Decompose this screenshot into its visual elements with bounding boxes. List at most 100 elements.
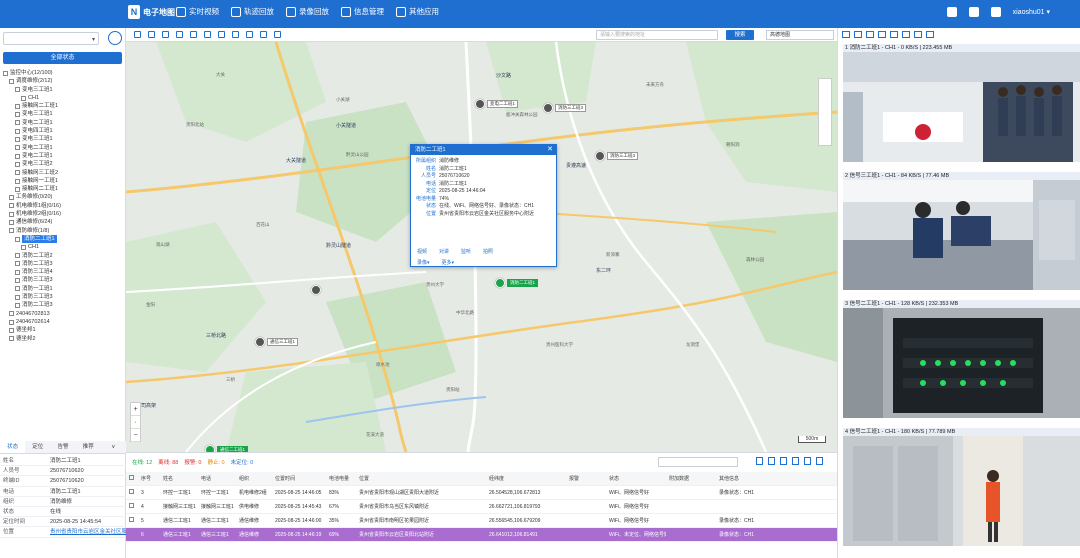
table-row[interactable]: 5 通信二工班1 通信二工班1 通信维修 2025-08-25 14:46:00 35% 贵… — [126, 514, 837, 528]
checkbox[interactable] — [9, 319, 14, 325]
row-checkbox[interactable] — [126, 500, 138, 513]
camera-view-1[interactable]: 1 消防二工班1 - CH1 - 0 KB/S | 223.455 MB — [843, 44, 1080, 162]
search-button[interactable]: 搜索 — [726, 30, 754, 40]
detail-tab[interactable]: 定位 — [25, 441, 50, 453]
tree-node[interactable]: 变电三工班2 — [3, 160, 123, 168]
map-side-tools[interactable] — [818, 78, 832, 146]
polygon-icon[interactable] — [218, 31, 225, 38]
checkbox[interactable] — [15, 137, 20, 143]
tree-node[interactable]: 变电二工班1 — [3, 152, 123, 160]
columns-icon[interactable] — [768, 457, 775, 465]
checkbox[interactable] — [15, 178, 20, 184]
checkbox[interactable] — [9, 195, 14, 201]
checkbox[interactable] — [9, 336, 14, 342]
tree-node[interactable]: 接触网三工班2 — [3, 169, 123, 177]
tree-node[interactable]: 消防三工班4 — [3, 268, 123, 276]
detail-tab[interactable]: 告警 — [50, 441, 75, 453]
checkbox[interactable] — [15, 170, 20, 176]
up-icon[interactable] — [842, 31, 850, 38]
table-row[interactable]: 3 环控一工班1 环控一工班1 机电维修2组 2025-08-25 14:46:05 83… — [126, 486, 837, 500]
popup-action[interactable]: 监听 — [461, 248, 471, 255]
offline-count[interactable]: 离线: 88 — [158, 458, 178, 466]
gear-icon[interactable] — [990, 7, 1001, 17]
map-marker[interactable] — [205, 445, 215, 452]
tree-node[interactable]: 调度维修(2/12) — [3, 77, 123, 85]
online-count[interactable]: 在线: 12 — [132, 458, 152, 466]
tree-node[interactable]: 消防二工班3 — [3, 260, 123, 268]
tree-node[interactable]: 德坐邦2 — [3, 335, 123, 343]
row-checkbox[interactable] — [126, 486, 138, 499]
checkbox[interactable] — [15, 112, 20, 118]
minus-icon[interactable] — [148, 31, 155, 38]
checkbox[interactable] — [15, 153, 20, 159]
tree-node[interactable]: 变电三工班1 — [3, 86, 123, 94]
user-menu[interactable]: xiaoshu01 ▾ — [1013, 8, 1050, 16]
down-icon[interactable] — [854, 31, 862, 38]
tree-node[interactable]: 机电维修2组(0/16) — [3, 210, 123, 218]
nav-track-replay[interactable]: 轨迹回放 — [231, 6, 274, 17]
map-marker[interactable] — [595, 151, 605, 161]
address-input[interactable]: 请输入要搜索的地址 — [596, 30, 718, 40]
zoom-out-button[interactable]: − — [131, 429, 140, 442]
popup-action[interactable]: 更多▾ — [442, 259, 455, 266]
checkbox[interactable] — [15, 269, 20, 275]
refresh-icon[interactable] — [780, 457, 787, 465]
org-select[interactable]: ▾ — [3, 32, 99, 45]
tree-node[interactable]: 变电四工班1 — [3, 127, 123, 135]
all-status-button[interactable]: 全部状态 — [3, 52, 122, 64]
checkbox[interactable] — [9, 228, 14, 234]
checkbox[interactable] — [9, 327, 14, 333]
row-checkbox[interactable] — [126, 514, 138, 527]
map-marker[interactable] — [255, 337, 265, 347]
unlocated-count[interactable]: 未定位: 0 — [231, 458, 254, 466]
collapse-icon[interactable] — [816, 457, 823, 465]
record-icon[interactable] — [878, 31, 886, 38]
map-marker[interactable] — [311, 285, 321, 295]
grid-icon[interactable] — [968, 7, 979, 17]
tree-node[interactable]: 变电三工班1 — [3, 135, 123, 143]
marker-label[interactable]: 变电二工班1 — [487, 100, 519, 108]
flag-icon[interactable] — [176, 31, 183, 38]
tree-node[interactable]: 消防三工班3 — [3, 276, 123, 284]
settings-icon[interactable] — [804, 457, 811, 465]
pencil-icon[interactable] — [162, 31, 169, 38]
checkbox[interactable] — [15, 294, 20, 300]
tree-node[interactable]: 变电二工班1 — [3, 119, 123, 127]
search-icon[interactable] — [246, 31, 253, 38]
checkbox[interactable] — [15, 103, 20, 109]
detail-tab[interactable]: 推荐 — [76, 441, 101, 453]
camera-view-4[interactable]: 4 信号二工班1 - CH1 - 180 KB/S | 77.789 MB — [843, 428, 1080, 546]
circle-icon[interactable] — [190, 31, 197, 38]
tree-node[interactable]: 变电三工班1 — [3, 110, 123, 118]
tree-node[interactable]: CH1 — [3, 94, 123, 102]
checkbox[interactable] — [9, 203, 14, 209]
export-icon[interactable] — [756, 457, 763, 465]
checkbox[interactable] — [15, 302, 20, 308]
tree-node[interactable]: 消防一工班1 — [3, 285, 123, 293]
app-logo[interactable]: N 电子地图 — [128, 5, 175, 19]
print-icon[interactable] — [274, 31, 281, 38]
detail-tab[interactable]: ∨ — [101, 441, 126, 453]
tree-node[interactable]: 消防二工班2 — [3, 252, 123, 260]
checkbox[interactable] — [9, 219, 14, 225]
camera-view-3[interactable]: 3 信号二工班1 - CH1 - 128 KB/S | 232.353 MB — [843, 300, 1080, 418]
checkbox[interactable] — [15, 161, 20, 167]
add-icon[interactable] — [134, 31, 141, 38]
rect-icon[interactable] — [204, 31, 211, 38]
tree-node[interactable]: 消防二工班1 — [3, 234, 123, 244]
checkbox[interactable] — [15, 253, 20, 259]
close-icon[interactable]: ✕ — [547, 145, 553, 155]
nav-record-replay[interactable]: 录像回放 — [286, 6, 329, 17]
tree-node[interactable]: 变电二工班1 — [3, 144, 123, 152]
checkbox[interactable] — [15, 120, 20, 126]
detail-tab[interactable]: 状态 — [0, 441, 26, 453]
tree-node[interactable]: 24046702813 — [3, 310, 123, 318]
alarm-count[interactable]: 报警: 0 — [184, 458, 201, 466]
checkbox[interactable] — [21, 95, 26, 101]
popup-action[interactable]: 视频 — [417, 248, 427, 255]
checkbox[interactable] — [15, 236, 20, 242]
marker-label[interactable]: 消防三工班3 — [607, 152, 639, 160]
checkbox[interactable] — [9, 211, 14, 217]
map-view[interactable]: 大关 贵阳北站 小关湖 鹿冲关森林公园 黔灵山公园 喷水池 中华北路 贵州大学 … — [126, 42, 837, 452]
zoom-in-button[interactable]: + — [131, 403, 140, 416]
